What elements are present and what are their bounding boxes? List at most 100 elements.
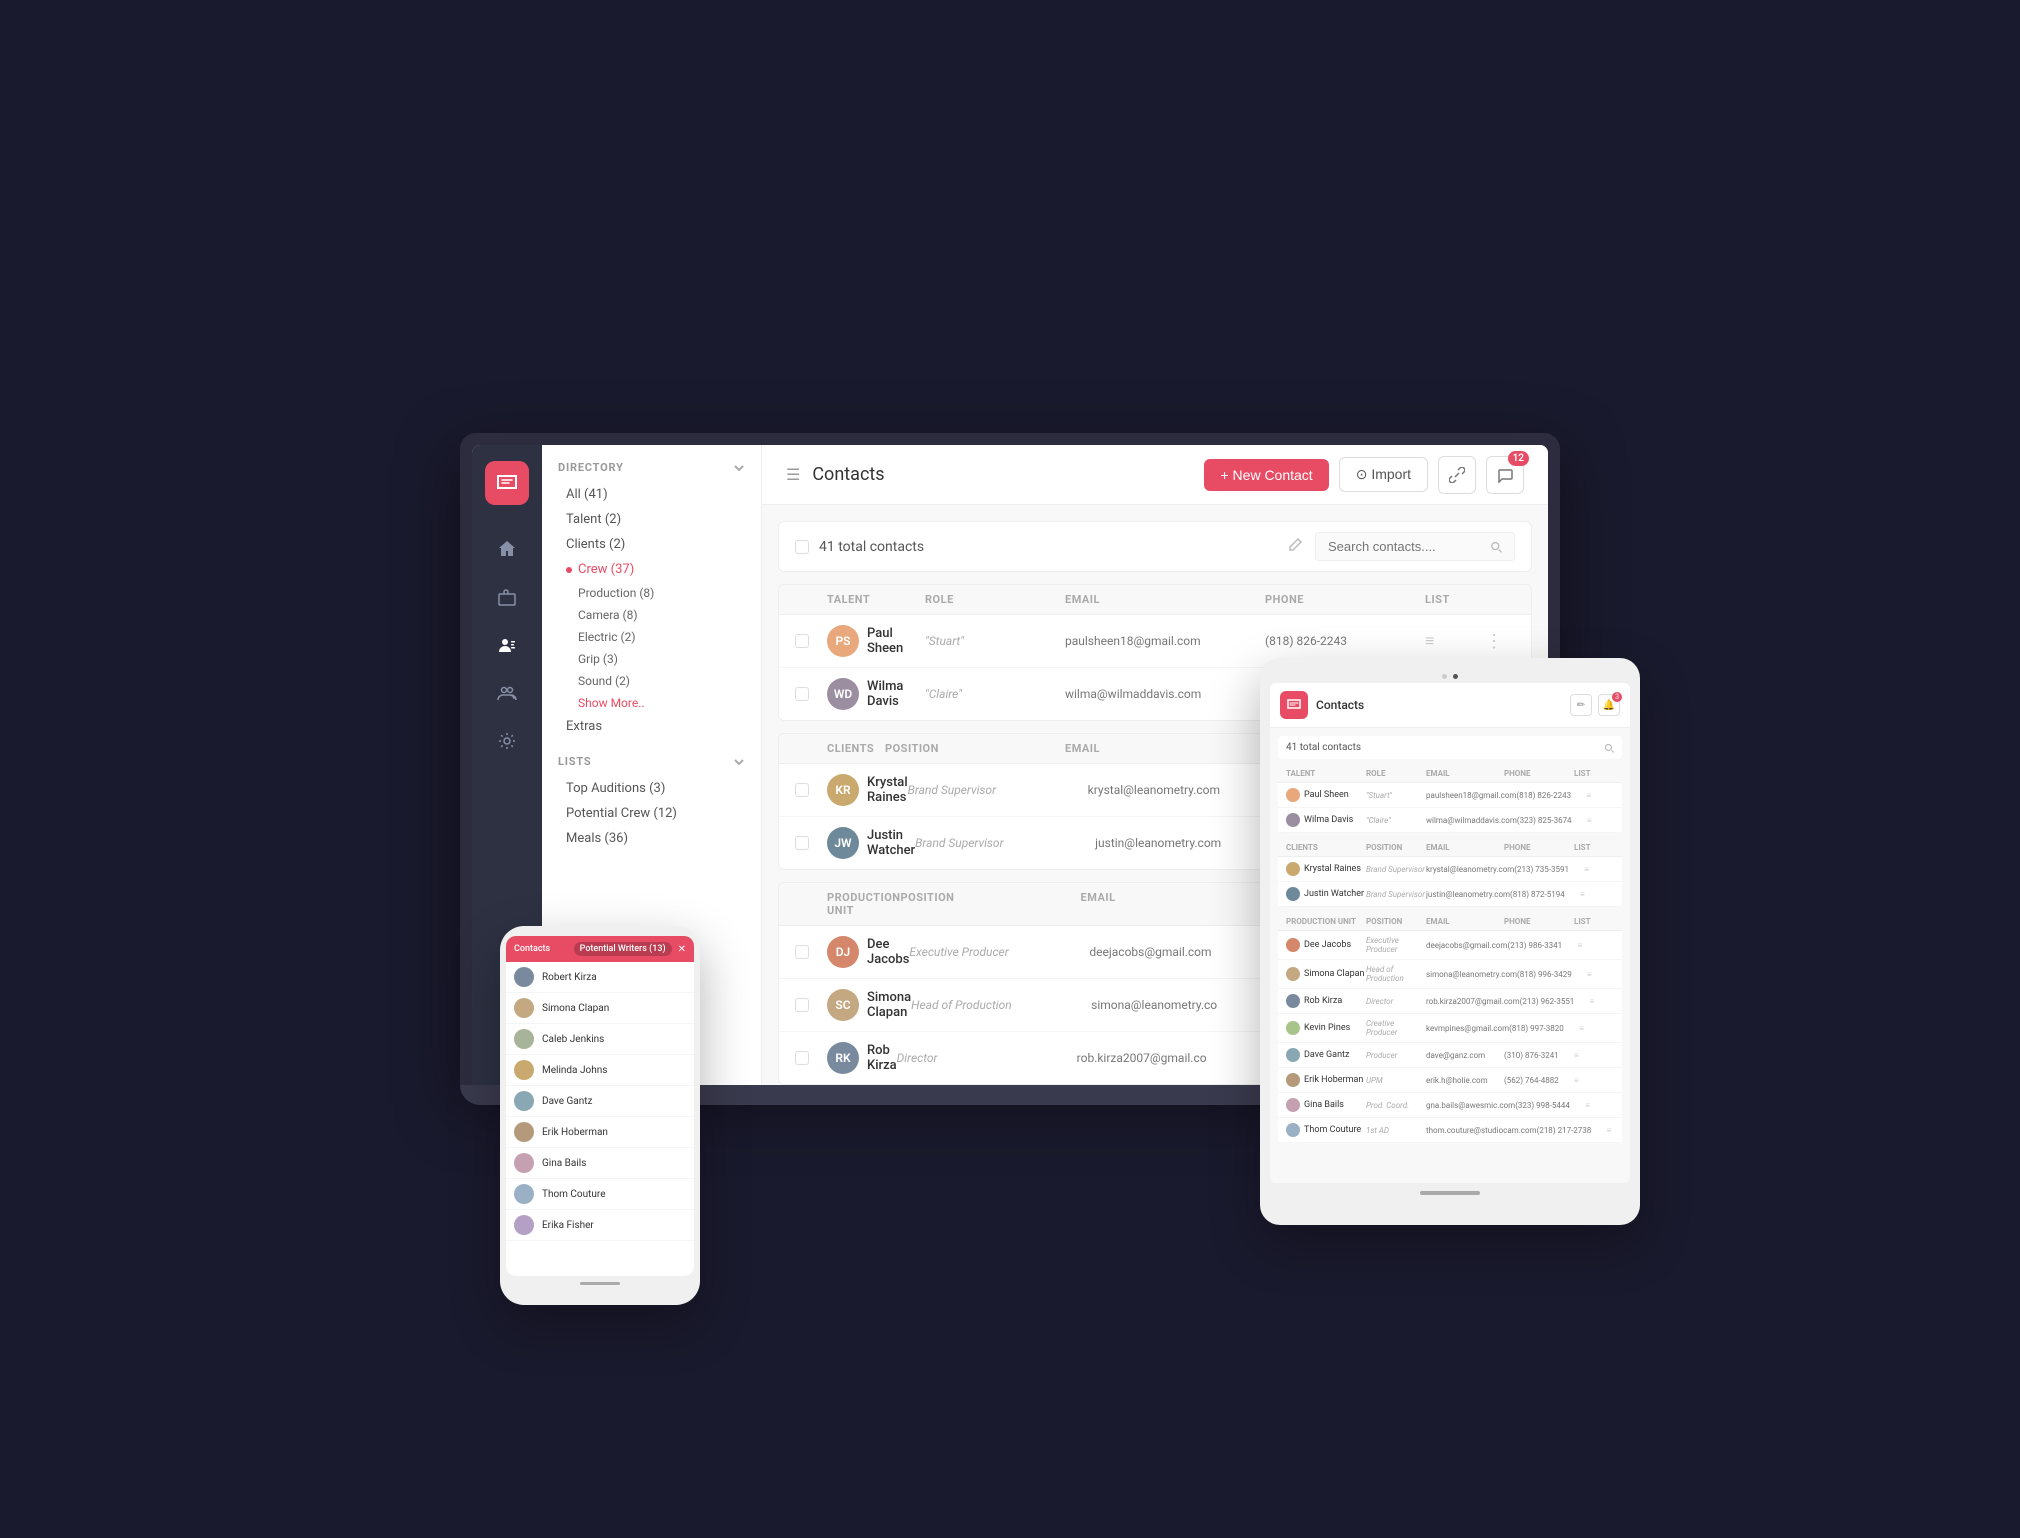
tablet-table-row[interactable]: Justin Watcher Brand Supervisor justin@l… bbox=[1278, 882, 1622, 907]
active-dot bbox=[566, 567, 572, 573]
tablet-title: Contacts bbox=[1316, 698, 1364, 712]
list-item[interactable]: Erik Hoberman bbox=[506, 1117, 694, 1148]
sidebar-electric[interactable]: Electric (2) bbox=[558, 626, 745, 648]
sidebar-top-auditions[interactable]: Top Auditions (3) bbox=[558, 776, 745, 801]
sidebar-clients[interactable]: Clients (2) bbox=[558, 532, 745, 557]
row-checkbox[interactable] bbox=[795, 998, 809, 1012]
nav-contacts-icon[interactable] bbox=[487, 625, 527, 665]
row-checkbox[interactable] bbox=[795, 836, 809, 850]
nav-settings-icon[interactable] bbox=[487, 721, 527, 761]
tablet-table-row[interactable]: Paul Sheen "Stuart" paulsheen18@gmail.co… bbox=[1278, 783, 1622, 808]
list-item[interactable]: Caleb Jenkins bbox=[506, 1024, 694, 1055]
tablet-edit-btn[interactable]: ✏ bbox=[1570, 694, 1592, 716]
phone-screen: Contacts Potential Writers (13) ✕ Robert… bbox=[506, 936, 694, 1276]
tablet-table-row[interactable]: Simona Clapan Head of Production simona@… bbox=[1278, 960, 1622, 989]
sidebar-sound[interactable]: Sound (2) bbox=[558, 670, 745, 692]
tablet-col-list: LIST bbox=[1574, 917, 1614, 926]
sidebar-show-more[interactable]: Show More.. bbox=[558, 692, 745, 714]
nav-home-icon[interactable] bbox=[487, 529, 527, 569]
nav-briefcase-icon[interactable] bbox=[487, 577, 527, 617]
laptop-frame: DIRECTORY All (41) Talent (2) Clients (2… bbox=[460, 433, 1560, 1105]
avatar: DJ bbox=[827, 936, 859, 968]
tablet-list-icon[interactable]: ≡ bbox=[1577, 941, 1617, 950]
more-icon[interactable]: ⋮ bbox=[1485, 631, 1515, 652]
phone-close-icon[interactable]: ✕ bbox=[678, 944, 686, 955]
tablet-col-phone: PHONE bbox=[1504, 769, 1574, 778]
nav-team-icon[interactable] bbox=[487, 673, 527, 713]
list-item[interactable]: Thom Couture bbox=[506, 1179, 694, 1210]
tablet-table-row[interactable]: Rob Kirza Director rob.kirza2007@gmail.c… bbox=[1278, 989, 1622, 1014]
new-contact-button[interactable]: + New Contact bbox=[1204, 459, 1328, 491]
avatar bbox=[514, 1060, 534, 1080]
avatar bbox=[514, 1091, 534, 1111]
contact-position-cell: Brand Supervisor bbox=[908, 783, 1088, 797]
sidebar-talent[interactable]: Talent (2) bbox=[558, 507, 745, 532]
phone-title: Contacts bbox=[514, 944, 574, 954]
link-button[interactable] bbox=[1438, 456, 1476, 494]
sidebar-grip[interactable]: Grip (3) bbox=[558, 648, 745, 670]
sidebar-all[interactable]: All (41) bbox=[558, 482, 745, 507]
tablet-list-icon[interactable]: ≡ bbox=[1574, 1051, 1614, 1060]
sidebar-meals[interactable]: Meals (36) bbox=[558, 826, 745, 851]
list-icon[interactable]: ≡ bbox=[1425, 631, 1485, 651]
row-checkbox[interactable] bbox=[795, 1051, 809, 1065]
tablet-production-rows: Dee Jacobs Executive Producer deejacobs@… bbox=[1278, 931, 1622, 1143]
row-checkbox[interactable] bbox=[795, 634, 809, 648]
tablet-table-row[interactable]: Dave Gantz Producer dave@ganz.com (310) … bbox=[1278, 1043, 1622, 1068]
tablet-list-icon[interactable]: ≡ bbox=[1590, 997, 1622, 1006]
tablet-contact-name: Paul Sheen bbox=[1286, 788, 1366, 802]
tablet-list-icon[interactable]: ≡ bbox=[1585, 1101, 1622, 1110]
tablet-table-row[interactable]: Kevin Pines Creative Producer kevmpines@… bbox=[1278, 1014, 1622, 1043]
tablet-table-row[interactable]: Erik Hoberman UPM erik.h@holie.com (562)… bbox=[1278, 1068, 1622, 1093]
tablet-contact-name: Rob Kirza bbox=[1286, 994, 1366, 1008]
tablet-list-icon[interactable]: ≡ bbox=[1574, 1076, 1614, 1085]
tablet-list-icon[interactable]: ≡ bbox=[1586, 791, 1622, 800]
sidebar-potential-crew[interactable]: Potential Crew (12) bbox=[558, 801, 745, 826]
tablet-list-icon[interactable]: ≡ bbox=[1580, 890, 1620, 899]
tablet-screen: Contacts ✏ 🔔 3 41 total contacts bbox=[1270, 683, 1630, 1183]
talent-header: TALENT ROLE EMAIL PHONE LIST bbox=[779, 585, 1531, 615]
list-item[interactable]: Erika Fisher bbox=[506, 1210, 694, 1241]
tablet-list-icon[interactable]: ≡ bbox=[1584, 865, 1622, 874]
sidebar-extras[interactable]: Extras bbox=[558, 714, 745, 739]
tablet-table-row[interactable]: Gina Bails Prod. Coord. gna.bails@awesmi… bbox=[1278, 1093, 1622, 1118]
production-label: PRODUCTION UNIT bbox=[827, 891, 901, 917]
row-checkbox[interactable] bbox=[795, 783, 809, 797]
tablet-table-row[interactable]: Thom Couture 1st AD thom.couture@studioc… bbox=[1278, 1118, 1622, 1143]
clients-position-col: POSITION bbox=[885, 742, 1065, 755]
menu-icon[interactable]: ☰ bbox=[786, 465, 800, 484]
tablet-list-icon[interactable]: ≡ bbox=[1587, 970, 1622, 979]
row-checkbox[interactable] bbox=[795, 687, 809, 701]
contact-position-cell: Executive Producer bbox=[909, 945, 1089, 959]
sidebar-crew[interactable]: Crew (37) bbox=[558, 557, 745, 582]
tablet-production-table: PRODUCTION UNIT POSITION EMAIL PHONE LIS… bbox=[1278, 913, 1622, 1143]
list-item[interactable]: Robert Kirza bbox=[506, 962, 694, 993]
list-item[interactable]: Dave Gantz bbox=[506, 1086, 694, 1117]
tablet-search bbox=[1604, 743, 1614, 753]
tablet-col-list: LIST bbox=[1574, 843, 1614, 852]
list-item[interactable]: Simona Clapan bbox=[506, 993, 694, 1024]
select-all-checkbox[interactable] bbox=[795, 540, 809, 554]
list-item[interactable]: Gina Bails bbox=[506, 1148, 694, 1179]
tablet-avatar bbox=[1286, 938, 1300, 952]
edit-icon[interactable] bbox=[1287, 537, 1303, 557]
tablet-list-icon[interactable]: ≡ bbox=[1607, 1126, 1622, 1135]
list-item[interactable]: Melinda Johns bbox=[506, 1055, 694, 1086]
import-button[interactable]: ⊙ Import bbox=[1339, 457, 1428, 492]
chat-button[interactable]: 12 bbox=[1486, 456, 1524, 494]
row-checkbox[interactable] bbox=[795, 945, 809, 959]
tablet-list-icon[interactable]: ≡ bbox=[1587, 816, 1622, 825]
search-input[interactable] bbox=[1328, 539, 1482, 554]
tablet-list-icon[interactable]: ≡ bbox=[1579, 1024, 1619, 1033]
tablet-table-row[interactable]: Wilma Davis "Claire" wilma@wilmaddavis.c… bbox=[1278, 808, 1622, 833]
sidebar-production[interactable]: Production (8) bbox=[558, 582, 745, 604]
tablet-avatar bbox=[1286, 1073, 1300, 1087]
tablet-table-row[interactable]: Krystal Raines Brand Supervisor krystal@… bbox=[1278, 857, 1622, 882]
tablet-table-row[interactable]: Dee Jacobs Executive Producer deejacobs@… bbox=[1278, 931, 1622, 960]
tablet-device: Contacts ✏ 🔔 3 41 total contacts bbox=[1260, 658, 1640, 1225]
contact-email-cell: paulsheen18@gmail.com bbox=[1065, 634, 1265, 648]
sidebar-camera[interactable]: Camera (8) bbox=[558, 604, 745, 626]
page-title: Contacts bbox=[812, 464, 884, 485]
tablet-col-role: ROLE bbox=[1366, 769, 1426, 778]
tablet-notification-btn[interactable]: 🔔 3 bbox=[1598, 694, 1620, 716]
